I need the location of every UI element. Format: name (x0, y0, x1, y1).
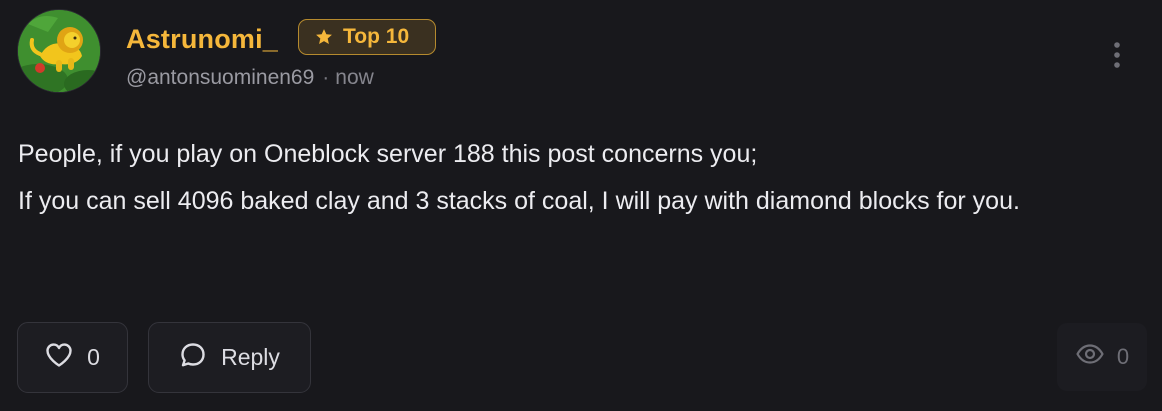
post-card: Astrunomi_ Top 10 @antonsuominen69 · now P… (0, 0, 1162, 411)
like-button[interactable]: 0 (17, 322, 128, 393)
view-count: 0 (1057, 323, 1147, 391)
lion-avatar-icon[interactable] (18, 10, 100, 92)
like-count: 0 (87, 344, 100, 370)
post-timestamp: now (335, 66, 374, 89)
views-count: 0 (1116, 344, 1130, 369)
heart-icon (45, 342, 73, 374)
star-icon (314, 27, 334, 47)
eye-icon (1075, 343, 1105, 371)
post-line: People, if you play on Oneblock server 1… (18, 140, 758, 168)
author-meta: @antonsuominen69 · now (126, 64, 374, 92)
meta-separator: · (322, 66, 330, 89)
post-line: If you can sell 4096 baked clay and 3 st… (18, 187, 1020, 215)
more-options-button[interactable] (1100, 38, 1134, 76)
author-handle[interactable]: @antonsuominen69 (126, 66, 314, 89)
post-content: People, if you play on Oneblock server 1… (18, 131, 1153, 225)
reply-button[interactable]: Reply (148, 322, 311, 393)
rank-badge: Top 10 (298, 19, 436, 55)
speech-bubble-icon (179, 341, 207, 375)
author-display-name[interactable]: Astrunomi_ (126, 22, 278, 56)
badge-label: Top 10 (343, 25, 410, 48)
vertical-dots-icon (1112, 40, 1122, 75)
reply-label: Reply (221, 344, 280, 370)
